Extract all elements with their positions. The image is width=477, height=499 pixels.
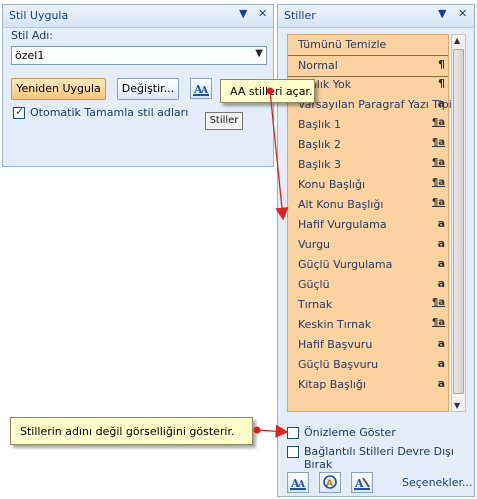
style-item-label: Hafif Başvuru xyxy=(298,338,373,351)
callout-bottom-text: Stillerin adını değil görselliğini göste… xyxy=(20,425,235,438)
pane-options-dropdown-icon[interactable]: ▼ xyxy=(438,7,446,20)
style-item-label: Tırnak xyxy=(298,298,333,311)
style-list-item[interactable]: Güçlü Başvuru a xyxy=(288,355,448,375)
show-preview-label: Önizleme Göster xyxy=(304,426,396,439)
linked-style-icon: ¶a xyxy=(431,177,445,188)
disable-linked-styles-label: Bağlantılı Stilleri Devre Dışı Bırak xyxy=(304,445,454,471)
new-style-button[interactable]: A A xyxy=(287,472,309,493)
style-name-value: özel1 xyxy=(15,49,45,62)
styles-aa-icon: A A xyxy=(193,83,209,96)
style-item-label: Güçlü Başvuru xyxy=(298,358,379,371)
linked-style-icon: ¶a xyxy=(431,157,445,168)
styles-pane-button[interactable]: A A xyxy=(190,78,212,99)
style-item-label: Vurgu xyxy=(298,238,331,251)
reapply-button[interactable]: Yeniden Uygula xyxy=(11,78,106,100)
styles-pane-header: Stiller ▼ ✕ xyxy=(278,5,474,28)
scroll-down-arrow-icon[interactable]: ▼ xyxy=(454,401,460,410)
style-list-item[interactable]: Kitap Başlığı a xyxy=(288,375,448,395)
new-style-icon: A A xyxy=(290,477,306,490)
style-item-label: Konu Başlığı xyxy=(298,178,366,191)
autocomplete-checkbox[interactable]: ✓ xyxy=(13,105,25,119)
style-item-label: Başlık 1 xyxy=(298,118,341,131)
styles-scrollbar[interactable]: ▲ ▼ xyxy=(451,34,466,412)
style-item-label: Hafif Vurgulama xyxy=(298,218,387,231)
styles-pane-title: Stiller xyxy=(284,9,316,22)
scroll-up-arrow-icon[interactable]: ▲ xyxy=(454,36,460,45)
close-icon[interactable]: ✕ xyxy=(458,7,467,20)
paragraph-style-icon: ¶ xyxy=(438,58,445,71)
style-list-item[interactable]: Güçlü Vurgulama a xyxy=(288,255,448,275)
linked-style-icon: ¶a xyxy=(431,137,445,148)
pane-options-dropdown-icon[interactable]: ▼ xyxy=(239,7,247,20)
style-item-label: Başlık 2 xyxy=(298,138,341,151)
style-list-item[interactable]: Başlık 1 ¶a xyxy=(288,115,448,135)
character-style-icon: a xyxy=(437,337,445,350)
linked-style-icon: ¶a xyxy=(431,297,445,308)
linked-style-icon: ¶a xyxy=(431,317,445,328)
arrow-origin-dot xyxy=(253,426,261,434)
style-item-label: Kitap Başlığı xyxy=(298,378,366,391)
manage-styles-button[interactable]: A xyxy=(351,472,373,493)
callout-top-text: AA stilleri açar. xyxy=(230,85,313,98)
style-item-label: Güçlü Vurgulama xyxy=(298,258,393,271)
style-item-label: Alt Konu Başlığı xyxy=(298,198,384,211)
checkmark-icon: ✓ xyxy=(15,105,25,118)
style-list-item[interactable]: Normal ¶ xyxy=(288,55,448,77)
apply-styles-title: Stil Uygula xyxy=(9,9,69,22)
modify-button[interactable]: Değiştir... xyxy=(117,78,179,100)
styles-tooltip: Stiller xyxy=(205,112,243,130)
apply-styles-header: Stil Uygula ▼ ✕ xyxy=(3,5,273,28)
callout-preview-info: Stillerin adını değil görselliğini göste… xyxy=(10,417,253,445)
linked-style-icon: ¶a xyxy=(431,197,445,208)
style-list-item[interactable]: Güçlü a xyxy=(288,275,448,295)
close-icon[interactable]: ✕ xyxy=(258,7,267,20)
style-item-label: Varsayılan Paragraf Yazı Tipi xyxy=(298,98,452,111)
options-link[interactable]: Seçenekler... xyxy=(402,476,473,489)
manage-styles-icon: A xyxy=(354,477,370,490)
character-style-icon: a xyxy=(437,217,445,230)
autocomplete-label: Otomatik Tamamla stil adları xyxy=(30,106,189,119)
style-list-item[interactable]: Konu Başlığı ¶a xyxy=(288,175,448,195)
style-item-label: Başlık 3 xyxy=(298,158,341,171)
character-style-icon: a xyxy=(437,237,445,250)
style-list-item[interactable]: Hafif Vurgulama a xyxy=(288,215,448,235)
paragraph-style-icon: ¶ xyxy=(438,77,445,90)
character-style-icon: a xyxy=(437,97,445,110)
style-list-item[interactable]: Tırnak ¶a xyxy=(288,295,448,315)
style-inspector-button[interactable]: A xyxy=(319,472,341,493)
style-list-item[interactable]: Alt Konu Başlığı ¶a xyxy=(288,195,448,215)
svg-text:A: A xyxy=(326,479,333,489)
character-style-icon: a xyxy=(437,357,445,370)
character-style-icon: a xyxy=(437,377,445,390)
linked-style-icon: ¶a xyxy=(431,117,445,128)
style-name-combobox[interactable]: özel1 ▼ xyxy=(11,46,267,65)
show-preview-checkbox[interactable] xyxy=(287,427,299,439)
style-list-item[interactable]: Tümünü Temizle xyxy=(288,35,448,55)
style-list-item[interactable]: Hafif Başvuru a xyxy=(288,335,448,355)
style-list-item[interactable]: Başlık 3 ¶a xyxy=(288,155,448,175)
disable-linked-styles-checkbox[interactable] xyxy=(287,446,299,458)
chevron-down-icon[interactable]: ▼ xyxy=(255,48,263,59)
style-name-label: Stil Adı: xyxy=(11,29,53,42)
style-item-label: Tümünü Temizle xyxy=(298,38,387,51)
style-item-label: Güçlü xyxy=(298,278,330,291)
style-item-label: Normal xyxy=(298,59,338,72)
style-item-label: Keskin Tırnak xyxy=(298,318,372,331)
style-list-item[interactable]: Vurgu a xyxy=(288,235,448,255)
style-inspector-icon: A xyxy=(323,475,337,489)
style-list-item[interactable]: Başlık 2 ¶a xyxy=(288,135,448,155)
callout-styles-opens: AA stilleri açar. xyxy=(220,79,315,103)
style-list-item[interactable]: Keskin Tırnak ¶a xyxy=(288,315,448,335)
scrollbar-thumb[interactable] xyxy=(453,49,464,394)
character-style-icon: a xyxy=(437,277,445,290)
character-style-icon: a xyxy=(437,257,445,270)
